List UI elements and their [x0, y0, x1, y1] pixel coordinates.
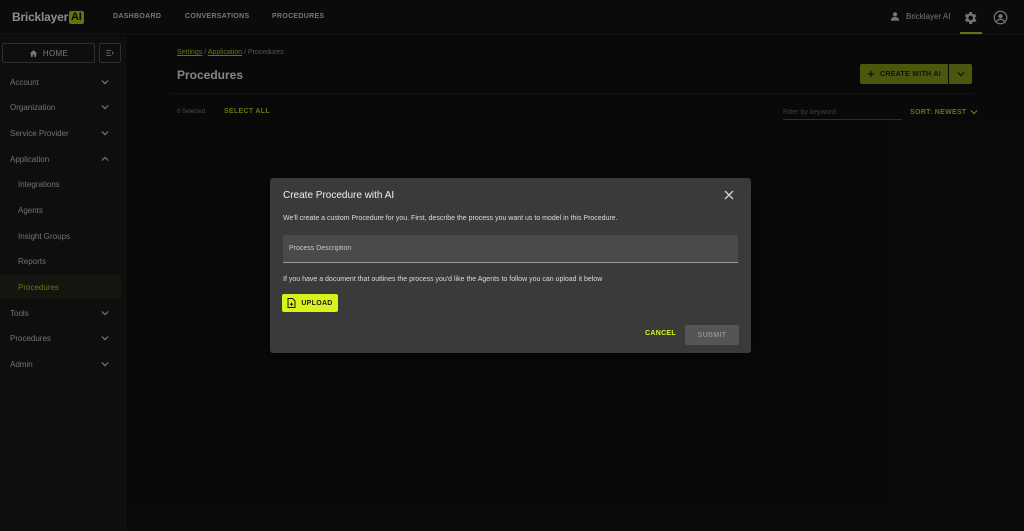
- create-procedure-dialog: Create Procedure with AI We'll create a …: [270, 178, 751, 353]
- dialog-title: Create Procedure with AI: [283, 190, 395, 201]
- upload-button[interactable]: UPLOAD: [282, 294, 338, 312]
- file-add-icon: [287, 298, 296, 308]
- upload-label: UPLOAD: [301, 299, 333, 307]
- submit-button[interactable]: SUBMIT: [685, 325, 739, 345]
- close-icon[interactable]: [723, 189, 735, 201]
- dialog-description: We'll create a custom Procedure for you.…: [283, 215, 618, 222]
- upload-note: If you have a document that outlines the…: [283, 276, 603, 283]
- cancel-button[interactable]: CANCEL: [645, 330, 676, 337]
- submit-label: SUBMIT: [697, 331, 727, 339]
- process-description-input[interactable]: [283, 235, 738, 263]
